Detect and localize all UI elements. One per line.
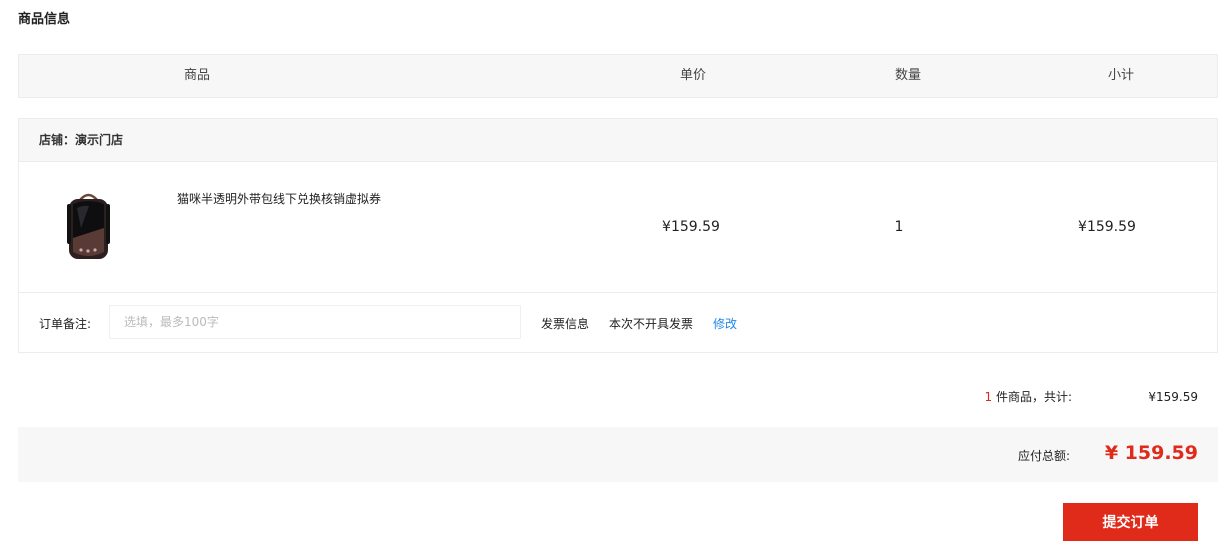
shop-order-box: 店铺：演示门店 猫咪半透明外带包线下兑换核销虚拟券 ¥159.59 1 ¥159… bbox=[18, 118, 1218, 353]
shop-name: 演示门店 bbox=[75, 133, 124, 147]
total-bar: 应付总额: ¥ 159.59 bbox=[18, 427, 1218, 482]
header-quantity: 数量 bbox=[894, 68, 921, 83]
submit-order-button[interactable]: 提交订单 bbox=[1063, 503, 1198, 541]
pet-backpack-image[interactable] bbox=[61, 190, 116, 262]
section-title: 商品信息 bbox=[18, 12, 71, 27]
table-header: 商品 单价 数量 小计 bbox=[18, 54, 1218, 98]
order-summary: 1 件商品，共计: ¥159.59 bbox=[985, 388, 1199, 405]
header-subtotal: 小计 bbox=[1107, 68, 1134, 83]
summary-amount: ¥159.59 bbox=[1148, 390, 1198, 404]
invoice-label: 发票信息 bbox=[541, 317, 590, 331]
remark-label: 订单备注: bbox=[39, 317, 92, 331]
shop-label: 店铺： bbox=[39, 133, 76, 147]
total-value: ¥ 159.59 bbox=[1104, 442, 1198, 464]
remark-input[interactable] bbox=[109, 305, 521, 339]
product-row: 猫咪半透明外带包线下兑换核销虚拟券 ¥159.59 1 ¥159.59 bbox=[19, 162, 1217, 293]
product-quantity: 1 bbox=[894, 219, 904, 235]
product-subtotal: ¥159.59 bbox=[1078, 219, 1136, 235]
shop-header: 店铺：演示门店 bbox=[19, 119, 1217, 162]
invoice-value: 本次不开具发票 bbox=[609, 317, 694, 331]
item-count-suffix: 件商品，共计: bbox=[992, 390, 1072, 404]
header-product: 商品 bbox=[183, 68, 210, 83]
product-unit-price: ¥159.59 bbox=[662, 219, 720, 235]
remark-row: 订单备注: 发票信息 本次不开具发票 修改 bbox=[19, 293, 1217, 352]
header-unit-price: 单价 bbox=[679, 68, 706, 83]
total-label: 应付总额: bbox=[1017, 449, 1070, 463]
invoice-edit-link[interactable]: 修改 bbox=[713, 315, 737, 332]
product-name[interactable]: 猫咪半透明外带包线下兑换核销虚拟券 bbox=[177, 190, 381, 207]
item-count: 1 bbox=[984, 390, 993, 404]
